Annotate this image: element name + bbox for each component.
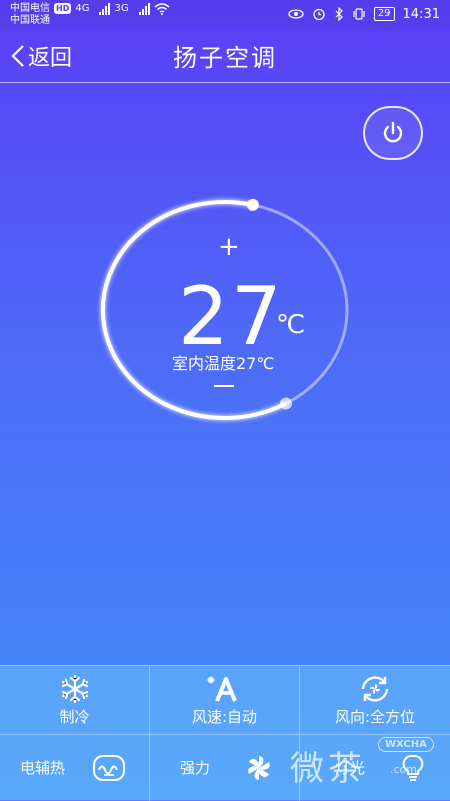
strong-mode-button[interactable]: 强力: [150, 734, 300, 801]
bluetooth-icon: [335, 7, 343, 21]
snowflake-icon: [61, 674, 88, 704]
decrease-temp-button[interactable]: [214, 385, 234, 387]
heater-icon: [93, 755, 125, 781]
watermark: 微茶 WXCHA .com: [290, 735, 440, 795]
network-3g: 3G: [114, 3, 129, 14]
network-4g: 4G: [75, 3, 90, 14]
electric-heat-label: 电辅热: [20, 759, 66, 777]
back-label: 返回: [28, 45, 73, 71]
vibrate-icon: [353, 8, 365, 20]
battery-indicator: 29: [373, 7, 395, 21]
watermark-tag: WXCHA: [378, 737, 434, 752]
temperature-value: 27: [178, 270, 284, 363]
wind-direction-icon: [361, 676, 389, 702]
watermark-com: .com: [390, 763, 417, 776]
wifi-icon: [154, 2, 170, 15]
strong-label: 强力: [180, 759, 211, 777]
fan-speed-label: 风速:自动: [191, 708, 258, 726]
dial-handle-bottom: [280, 397, 292, 410]
dial-handle-top: [246, 198, 259, 211]
alarm-icon: [313, 8, 325, 21]
fan-speed-auto-icon: [206, 676, 237, 702]
signal-icon: [99, 2, 111, 15]
clock: 14:31: [402, 6, 440, 22]
wind-direction-button[interactable]: 风向:全方位: [300, 666, 450, 734]
fan-speed-button[interactable]: 风速:自动: [150, 666, 300, 734]
indoor-temperature: 室内温度27℃: [172, 354, 275, 373]
eye-icon: [288, 9, 304, 19]
electric-heat-button[interactable]: 电辅热: [0, 734, 150, 801]
increase-temp-button[interactable]: +: [218, 234, 240, 260]
page-title: 扬子空调: [173, 43, 277, 72]
turbo-fan-icon: [248, 756, 270, 780]
hd-badge: HD: [54, 3, 72, 14]
power-button[interactable]: [363, 106, 423, 160]
temperature-unit: ℃: [276, 310, 306, 340]
watermark-text: 微茶: [290, 749, 366, 789]
carrier-info: 中国电信 HD 4G 3G 中国联通: [10, 2, 170, 26]
carrier-2: 中国联通: [10, 14, 50, 26]
power-icon: [383, 121, 403, 143]
wind-direction-label: 风向:全方位: [334, 708, 416, 726]
mode-button[interactable]: 制冷: [0, 666, 150, 734]
status-bar: 中国电信 HD 4G 3G 中国联通 29 14:31: [0, 0, 450, 28]
signal-icon-2: [138, 2, 150, 15]
carrier-1: 中国电信: [10, 3, 50, 14]
back-button[interactable]: 返回: [10, 28, 72, 83]
temperature-dial: + 27 ℃ 室内温度27℃: [88, 190, 363, 430]
mode-label: 制冷: [59, 708, 90, 726]
chevron-left-icon: [11, 44, 24, 67]
app-header: 返回 扬子空调: [0, 28, 450, 83]
